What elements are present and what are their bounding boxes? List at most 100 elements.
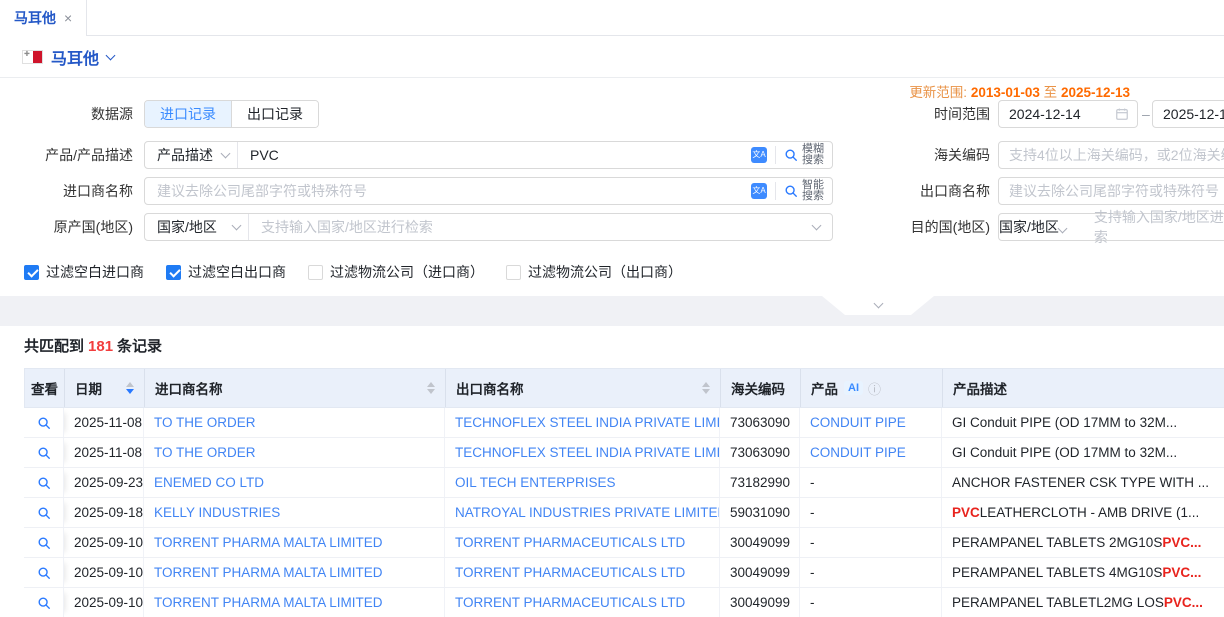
description-text: LEATHERCLOTH - AMB DRIVE (1... — [980, 505, 1200, 520]
importer-cell: TORRENT PHARMA MALTA LIMITED — [144, 588, 445, 617]
hs-code-cell: 59031090 — [720, 498, 800, 527]
exporter-link[interactable]: TECHNOFLEX STEEL INDIA PRIVATE LIMITED — [455, 445, 720, 460]
collapse-toggle[interactable] — [822, 296, 934, 315]
checkbox-unchecked-icon[interactable] — [506, 265, 521, 280]
origin-country-control: 国家/地区 支持输入国家/地区进行检索 — [144, 213, 833, 241]
dest-country-select[interactable]: 国家/地区 — [999, 217, 1094, 237]
importer-input[interactable] — [145, 183, 751, 199]
translate-icon[interactable]: 文A — [751, 183, 767, 199]
date-from-input[interactable]: 2024-12-14 — [998, 100, 1138, 128]
info-icon[interactable]: ⓘ — [868, 379, 881, 398]
importer-cell: TO THE ORDER — [144, 438, 445, 467]
time-range-label: 时间范围 — [904, 100, 990, 128]
results-table: 查看 日期 进口商名称 出口商名称 海关编码 产品 AI ⓘ — [24, 368, 1224, 617]
header-product: 产品 AI ⓘ — [801, 369, 943, 407]
importer-link[interactable]: TORRENT PHARMA MALTA LIMITED — [154, 565, 383, 580]
filter-checkbox-row: 过滤空白进口商 过滤空白出口商 过滤物流公司（进口商） 过滤物流公司（出口商） — [24, 262, 682, 282]
exporter-link[interactable]: TORRENT PHARMACEUTICALS LTD — [455, 565, 685, 580]
header-date[interactable]: 日期 — [65, 369, 145, 407]
view-button[interactable] — [24, 528, 64, 557]
filter-checkbox[interactable]: 过滤物流公司（出口商） — [506, 262, 682, 282]
view-button[interactable] — [24, 558, 64, 587]
product-input[interactable]: PVC — [238, 147, 751, 163]
date-to-input[interactable]: 2025-12-13 — [1152, 100, 1224, 128]
product-cell: - — [800, 558, 942, 587]
malta-flag-icon: ✚ — [22, 50, 43, 64]
fuzzy-search-button[interactable]: 模糊搜索 — [776, 144, 832, 166]
filter-checkbox[interactable]: 过滤空白出口商 — [166, 262, 286, 282]
exporter-link[interactable]: TORRENT PHARMACEUTICALS LTD — [455, 595, 685, 610]
view-button[interactable] — [24, 498, 64, 527]
magnifier-icon — [37, 566, 51, 580]
highlighted-keyword: PVC — [952, 505, 980, 520]
data-source-label: 数据源 — [0, 100, 133, 128]
filter-checkbox[interactable]: 过滤物流公司（进口商） — [308, 262, 484, 282]
importer-link[interactable]: TO THE ORDER — [154, 445, 256, 460]
collapse-strip — [0, 296, 1224, 326]
chevron-down-icon[interactable] — [106, 50, 116, 60]
checkbox-checked-icon[interactable] — [166, 265, 181, 280]
exporter-link[interactable]: TORRENT PHARMACEUTICALS LTD — [455, 535, 685, 550]
hs-code-cell: 73182990 — [720, 468, 800, 497]
magnifier-icon — [37, 416, 51, 430]
view-button[interactable] — [24, 588, 64, 617]
magnifier-icon — [37, 506, 51, 520]
exporter-link[interactable]: TECHNOFLEX STEEL INDIA PRIVATE LIMITED — [455, 415, 720, 430]
translate-icon[interactable]: 文A — [751, 147, 767, 163]
smart-search-button[interactable]: 智能搜索 — [776, 180, 832, 202]
date-range-dash: – — [1142, 100, 1150, 128]
view-button[interactable] — [24, 408, 64, 437]
header-hs-code: 海关编码 — [721, 369, 801, 407]
product-link[interactable]: CONDUIT PIPE — [810, 415, 906, 430]
importer-link[interactable]: TORRENT PHARMA MALTA LIMITED — [154, 535, 383, 550]
product-description: GI Conduit PIPE (OD 17MM to 32M... — [942, 438, 1224, 467]
header-exporter[interactable]: 出口商名称 — [446, 369, 721, 407]
country-header[interactable]: ✚ 马耳他 — [0, 36, 1224, 78]
checkbox-checked-icon[interactable] — [24, 265, 39, 280]
exporter-cell: TECHNOFLEX STEEL INDIA PRIVATE LIMITED — [445, 408, 720, 437]
origin-country-input[interactable]: 支持输入国家/地区进行检索 — [249, 217, 813, 237]
importer-search-control: 文A 智能搜索 — [144, 177, 833, 205]
sort-icon — [696, 382, 710, 394]
dest-country-input[interactable]: 支持输入国家/地区进行检索 — [1094, 207, 1224, 247]
importer-link[interactable]: TORRENT PHARMA MALTA LIMITED — [154, 595, 383, 610]
description-text: PERAMPANEL TABLETS 2MG10S — [952, 535, 1162, 550]
filter-checkbox[interactable]: 过滤空白进口商 — [24, 262, 144, 282]
product-type-select[interactable]: 产品描述 — [145, 142, 238, 168]
product-description: ANCHOR FASTENER CSK TYPE WITH ... — [942, 468, 1224, 497]
sort-icon — [421, 382, 435, 394]
date-cell: 2025-09-10 — [64, 528, 144, 557]
table-row: 2025-09-18KELLY INDUSTRIESNATROYAL INDUS… — [24, 498, 1224, 528]
data-source-segmented: 进口记录 出口记录 — [144, 100, 319, 128]
view-button[interactable] — [24, 468, 64, 497]
tab-malta[interactable]: 马耳他 × — [0, 0, 87, 36]
table-row: 2025-09-10 TORRENT PHARMA MALTA LIMITED TO… — [24, 528, 1224, 558]
importer-link[interactable]: ENEMED CO LTD — [154, 475, 264, 490]
tab-import-records[interactable]: 进口记录 — [145, 101, 231, 127]
result-count: 181 — [84, 338, 117, 355]
product-cell: - — [800, 498, 942, 527]
close-icon[interactable]: × — [64, 10, 72, 26]
product-search-control: 产品描述 PVC 文A 模糊搜索 — [144, 141, 833, 169]
tab-export-records[interactable]: 出口记录 — [231, 101, 318, 127]
product-description: PERAMPANEL TABLETS 4MG10S PVC... — [942, 558, 1224, 587]
magnifier-icon — [37, 446, 51, 460]
exporter-link[interactable]: OIL TECH ENTERPRISES — [455, 475, 616, 490]
view-button[interactable] — [24, 438, 64, 467]
checkbox-unchecked-icon[interactable] — [308, 265, 323, 280]
importer-link[interactable]: TO THE ORDER — [154, 415, 256, 430]
calendar-icon[interactable] — [1115, 107, 1129, 121]
exporter-link[interactable]: NATROYAL INDUSTRIES PRIVATE LIMITED — [455, 505, 720, 520]
exporter-input[interactable]: 建议去除公司尾部字符或特殊符号 — [998, 177, 1224, 205]
importer-link[interactable]: KELLY INDUSTRIES — [154, 505, 280, 520]
hs-code-input[interactable]: 支持4位以上海关编码，或2位海关编码加 — [998, 141, 1224, 169]
tab-bar: 马耳他 × — [0, 0, 1224, 36]
header-importer[interactable]: 进口商名称 — [145, 369, 446, 407]
exporter-cell: OIL TECH ENTERPRISES — [445, 468, 720, 497]
results-summary: 共匹配到181条记录 — [24, 335, 162, 356]
product-link[interactable]: CONDUIT PIPE — [810, 445, 906, 460]
description-text: PERAMPANEL TABLETL2MG LOS — [952, 595, 1164, 610]
product-description: PVC LEATHERCLOTH - AMB DRIVE (1... — [942, 498, 1224, 527]
origin-country-select[interactable]: 国家/地区 — [145, 214, 249, 240]
date-cell: 2025-11-08 — [64, 408, 144, 437]
